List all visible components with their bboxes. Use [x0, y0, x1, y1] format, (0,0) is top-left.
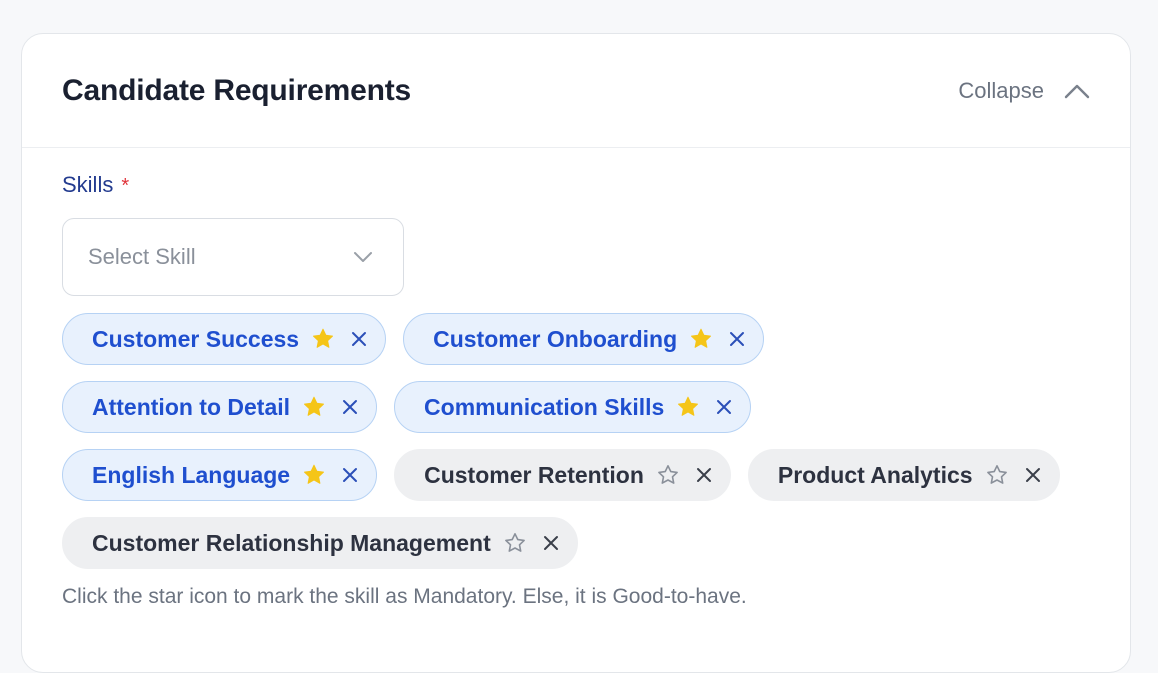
skill-tag: English Language	[62, 449, 378, 501]
skill-tag-label: Product Analytics	[777, 461, 973, 488]
skill-tag-label: Communication Skills	[424, 393, 665, 420]
skill-tag-label: Attention to Detail	[92, 393, 291, 420]
skill-tag: Customer Relationship Management	[62, 517, 578, 569]
skill-select-placeholder: Select Skill	[88, 244, 196, 269]
close-icon[interactable]	[696, 467, 712, 483]
skill-tag: Product Analytics	[747, 449, 1060, 501]
collapse-label: Collapse	[958, 77, 1044, 103]
skill-tag: Communication Skills	[394, 381, 752, 433]
star-outline-icon[interactable]	[503, 531, 527, 555]
skill-tag-label: English Language	[92, 461, 291, 488]
skills-label-text: Skills	[62, 172, 114, 197]
close-icon[interactable]	[342, 467, 358, 483]
skill-tag-label: Customer Relationship Management	[92, 529, 491, 556]
close-icon[interactable]	[351, 331, 367, 347]
close-icon[interactable]	[716, 399, 732, 415]
skill-tag: Customer Onboarding	[403, 313, 765, 365]
skill-select[interactable]: Select Skill	[62, 218, 404, 296]
collapse-button[interactable]: Collapse	[958, 78, 1090, 104]
close-icon[interactable]	[1025, 467, 1041, 483]
skill-tag-label: Customer Success	[92, 325, 300, 352]
skill-tag-label: Customer Onboarding	[433, 325, 678, 352]
skill-tag: Customer Success	[62, 313, 387, 365]
close-icon[interactable]	[543, 535, 559, 551]
chevron-up-icon	[1064, 84, 1090, 98]
skill-tag: Attention to Detail	[62, 381, 378, 433]
star-filled-icon[interactable]	[311, 327, 335, 351]
tag-row: Customer Success Customer Onboarding	[62, 313, 1102, 365]
star-filled-icon[interactable]	[302, 395, 326, 419]
star-filled-icon[interactable]	[676, 395, 700, 419]
skills-label: Skills *	[62, 172, 1090, 198]
skill-tag-label: Customer Retention	[424, 461, 644, 488]
hint-text: Click the star icon to mark the skill as…	[62, 585, 747, 608]
tag-row: Attention to Detail Communication Skills	[62, 381, 1102, 433]
tag-row: English Language Customer Retention Produc…	[62, 449, 1102, 501]
page-title: Candidate Requirements	[62, 73, 412, 107]
star-outline-icon[interactable]	[985, 463, 1009, 487]
close-icon[interactable]	[342, 399, 358, 415]
required-marker: *	[121, 175, 130, 197]
card-body: Skills * Select Skill Customer Success Cu…	[22, 148, 1130, 609]
skill-tags: Customer Success Customer Onboarding Atten…	[62, 313, 1102, 569]
skill-tag: Customer Retention	[394, 449, 731, 501]
tag-row: Customer Relationship Management	[62, 517, 1102, 569]
star-filled-icon[interactable]	[302, 463, 326, 487]
candidate-requirements-card: Candidate Requirements Collapse Skills *…	[21, 33, 1131, 673]
star-filled-icon[interactable]	[689, 327, 713, 351]
chevron-down-icon	[354, 252, 372, 262]
star-outline-icon[interactable]	[656, 463, 680, 487]
card-header: Candidate Requirements Collapse	[22, 34, 1130, 148]
close-icon[interactable]	[729, 331, 745, 347]
